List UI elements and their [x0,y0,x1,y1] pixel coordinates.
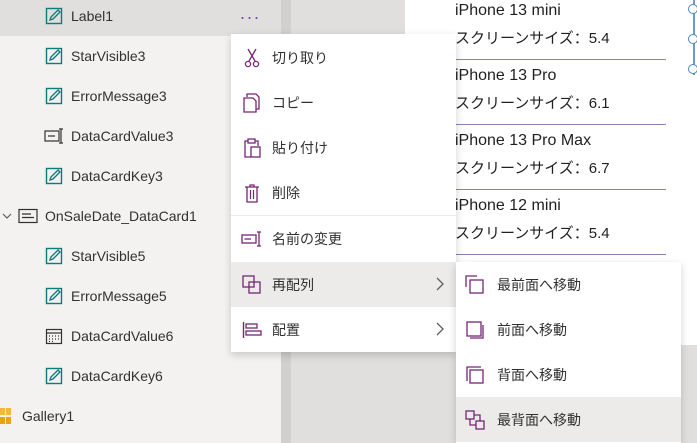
more-options-button[interactable]: ··· [231,0,269,34]
menu-item-label: 貼り付け [272,139,328,156]
tree-item-label: StarVisible5 [71,248,146,264]
gallery-item-subtitle: スクリーンサイズ：6.1 [455,95,610,112]
menu-item-rename[interactable]: 名前の変更 [231,216,456,261]
reorder-icon [241,274,263,296]
menu-item-paste[interactable]: 貼り付け [231,125,456,170]
tree-item-label: Gallery1 [22,408,75,424]
resize-handle[interactable] [688,64,697,74]
submenu-item-send-backward[interactable]: 背面へ移動 [456,352,681,397]
submenu-item-label: 前面へ移動 [497,321,567,338]
trash-icon [241,182,263,204]
calendar-icon [44,326,64,346]
scissors-icon [241,47,263,69]
menu-item-label: 再配列 [272,276,314,293]
tree-item-label: ErrorMessage5 [71,288,167,304]
menu-item-label: 配置 [272,321,300,338]
menu-item-delete[interactable]: 削除 [231,170,456,215]
tree-item-datacardkey6[interactable]: DataCardKey6 [0,356,281,396]
menu-item-copy[interactable]: コピー [231,80,456,125]
paste-icon [241,137,263,159]
gallery-item-title: iPhone 13 Pro Max [455,132,592,149]
chevron-down-icon[interactable] [0,206,14,226]
resize-handle[interactable] [688,34,697,44]
gallery-item-title: iPhone 12 mini [455,197,561,214]
align-icon [241,319,263,341]
tree-item-label: Label1 [71,8,114,24]
tree-item-label: DataCardValue6 [71,328,174,344]
chevron-right-icon [436,322,444,339]
edit-icon [44,46,64,66]
send-to-back-icon [464,409,486,431]
edit-icon [44,246,64,266]
tree-item-label: DataCardKey3 [71,168,163,184]
context-menu: 切り取り コピー 貼り付け 削除 名前の変更 再配列 配置 [231,34,456,352]
menu-item-reorder[interactable]: 再配列 [231,262,456,307]
chevron-right-icon [436,277,444,294]
gallery-item-title: iPhone 13 mini [455,2,561,19]
submenu-item-label: 最背面へ移動 [497,411,581,428]
bring-forward-icon [464,319,486,341]
submenu-item-bring-forward[interactable]: 前面へ移動 [456,307,681,352]
submenu-item-send-to-back[interactable]: 最背面へ移動 [456,397,681,442]
send-backward-icon [464,364,486,386]
text-input-icon [44,126,64,146]
tree-item-label: OnSaleDate_DataCard1 [45,208,197,224]
menu-item-label: 削除 [272,184,300,201]
gallery-item-subtitle: スクリーンサイズ：5.4 [455,30,610,47]
menu-item-align[interactable]: 配置 [231,307,456,352]
edit-icon [44,366,64,386]
menu-item-label: 名前の変更 [272,230,342,247]
gallery-item-subtitle: スクリーンサイズ：5.4 [455,225,610,242]
edit-icon [44,6,64,26]
card-icon [18,206,38,226]
edit-icon [44,166,64,186]
tree-item-label: DataCardKey6 [71,368,163,384]
tree-item-label: ErrorMessage3 [71,88,167,104]
gallery-item-subtitle: スクリーンサイズ：6.7 [455,160,610,177]
resize-handle[interactable] [688,4,697,14]
rename-icon [241,228,263,250]
gallery-item-title: iPhone 13 Pro [455,67,557,84]
menu-item-cut[interactable]: 切り取り [231,35,456,80]
tree-item-label: DataCardValue3 [71,128,174,144]
edit-icon [44,286,64,306]
more-label: ··· [239,6,261,27]
menu-item-label: コピー [272,94,314,111]
submenu-item-label: 背面へ移動 [497,366,567,383]
submenu-item-label: 最前面へ移動 [497,276,581,293]
bring-to-front-icon [464,274,486,296]
copy-icon [241,92,263,114]
tree-item-gallery1[interactable]: Gallery1 [0,396,281,436]
reorder-submenu: 最前面へ移動 前面へ移動 背面へ移動 最背面へ移動 [456,262,681,443]
edit-icon [44,86,64,106]
menu-item-label: 切り取り [272,49,328,66]
tree-item-label: StarVisible3 [71,48,146,64]
gallery-icon [0,406,14,426]
submenu-item-bring-to-front[interactable]: 最前面へ移動 [456,262,681,307]
